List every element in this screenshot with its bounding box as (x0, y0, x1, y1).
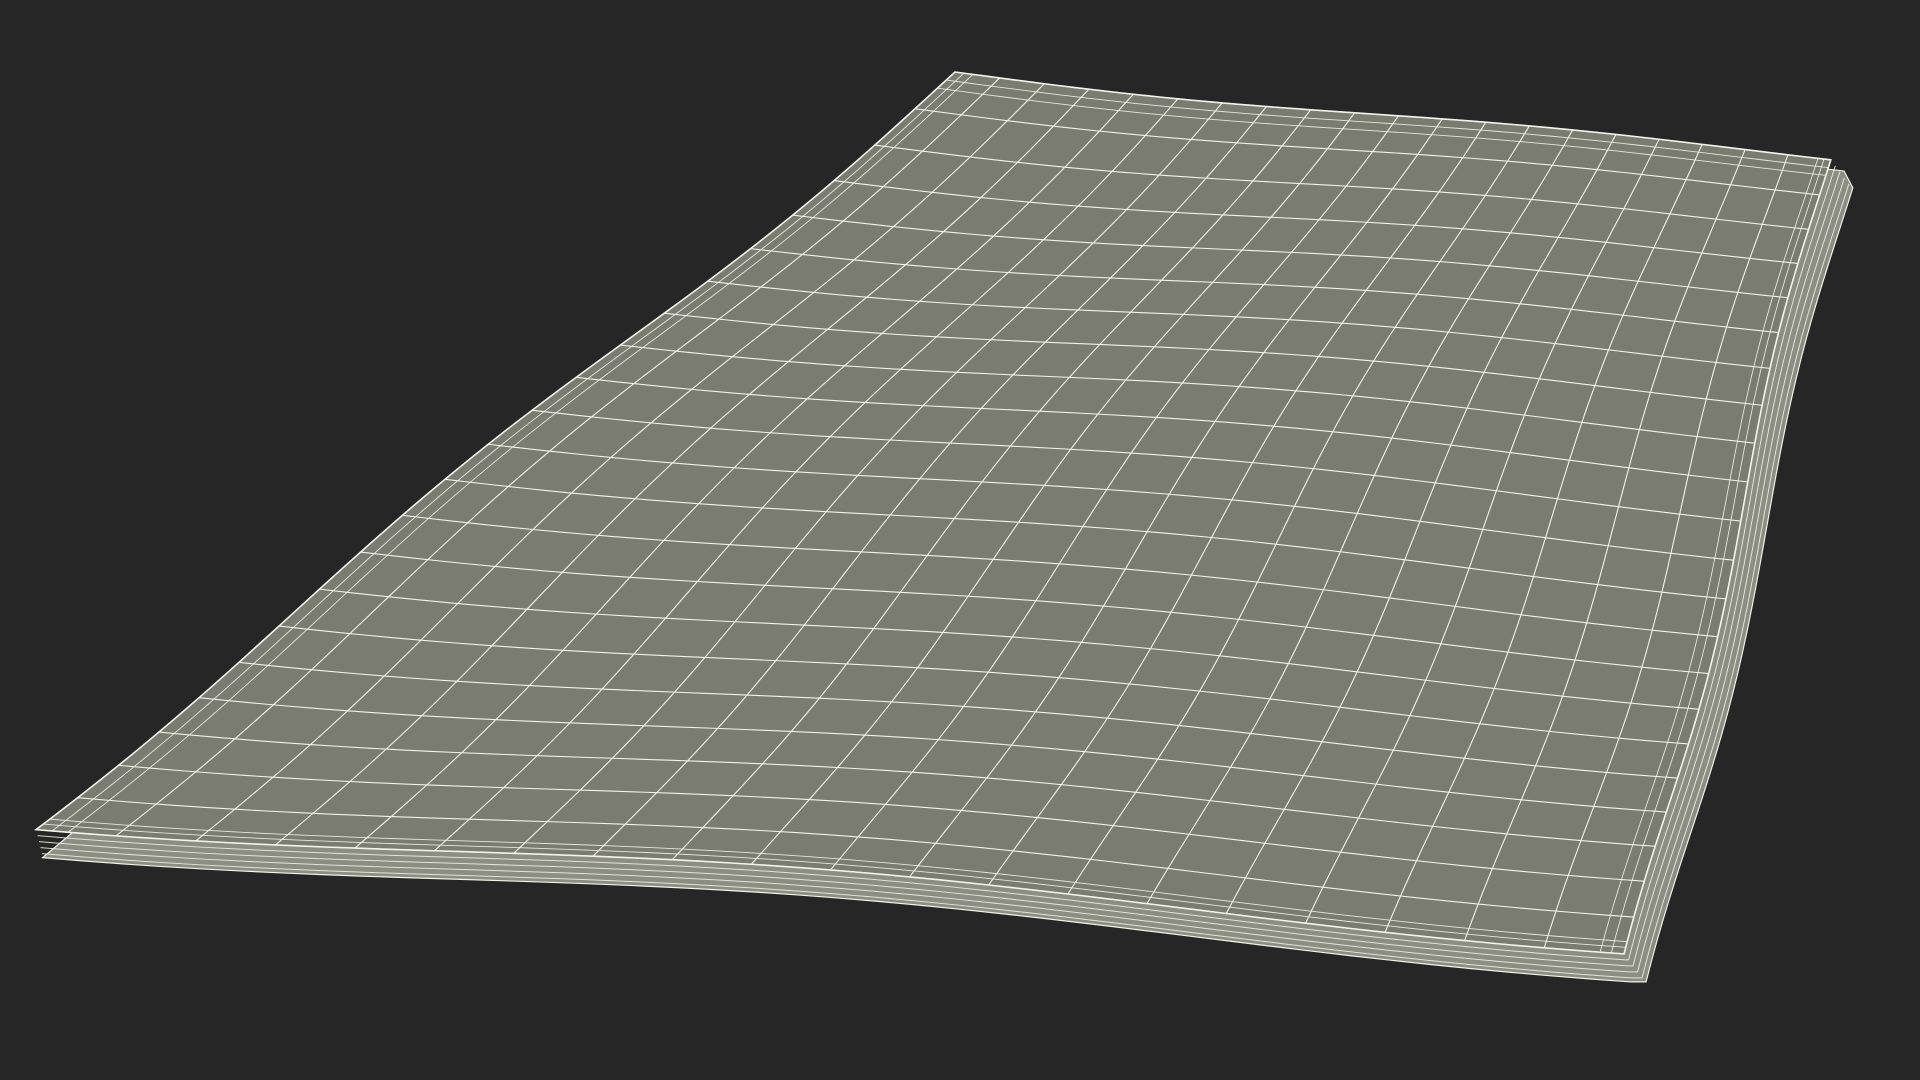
render-viewport (0, 0, 1920, 1080)
wireframe-render (0, 0, 1920, 1080)
